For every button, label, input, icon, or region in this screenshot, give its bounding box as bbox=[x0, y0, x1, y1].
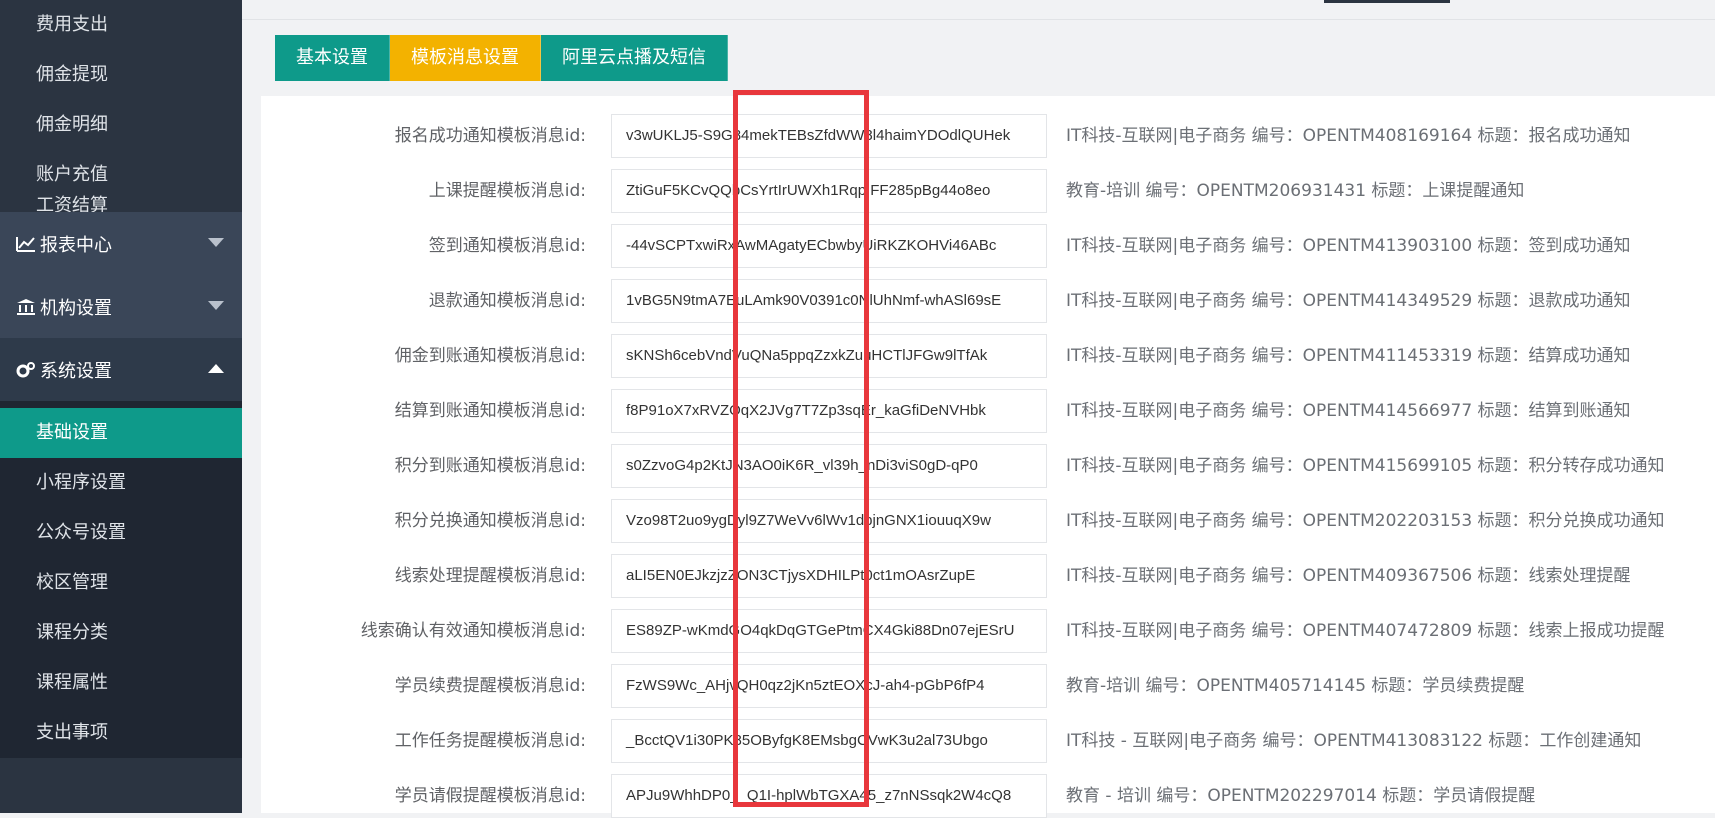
template-hint: IT科技-互联网|电子商务 编号：OPENTM414349529 标题：退款成功… bbox=[1066, 291, 1631, 311]
field-label: 工作任务提醒模板消息id: bbox=[394, 731, 586, 751]
sidebar-item-commission-withdraw[interactable]: 佣金提现 bbox=[0, 50, 242, 100]
template-settings-form: 报名成功通知模板消息id: v3wUKLJ5-S9G84mekTEBsZfdWW… bbox=[261, 96, 1715, 818]
field-label: 积分兑换通知模板消息id: bbox=[394, 511, 586, 531]
template-id-input[interactable]: aLI5EN0EJkzjzZON3CTjysXDHILPt0ct1mOAsrZu… bbox=[611, 554, 1047, 598]
form-row: 线索处理提醒模板消息id: aLI5EN0EJkzjzZON3CTjysXDHI… bbox=[261, 554, 1715, 598]
sidebar: 费用支出 佣金提现 佣金明细 账户充值 工资结算 报表中心 机构设置 系统设置 … bbox=[0, 0, 242, 813]
chevron-down-icon bbox=[208, 301, 224, 310]
template-hint: IT科技-互联网|电子商务 编号：OPENTM415699105 标题：积分转存… bbox=[1066, 456, 1665, 476]
sidebar-item-course-category[interactable]: 课程分类 bbox=[0, 608, 242, 658]
sidebar-system-group: 基础设置 小程序设置 公众号设置 校区管理 课程分类 课程属性 支出事项 bbox=[0, 401, 242, 758]
template-id-input[interactable]: f8P91oX7xRVZOqX2JVg7T7Zp3sqEr_kaGfiDeNVH… bbox=[611, 389, 1047, 433]
field-label: 积分到账通知模板消息id: bbox=[394, 456, 586, 476]
sidebar-section-label: 机构设置 bbox=[40, 297, 112, 319]
template-hint: 教育-培训 编号：OPENTM206931431 标题：上课提醒通知 bbox=[1066, 181, 1525, 201]
sidebar-section-label: 系统设置 bbox=[40, 360, 112, 382]
template-hint: IT科技-互联网|电子商务 编号：OPENTM202203153 标题：积分兑换… bbox=[1066, 511, 1665, 531]
template-hint: 教育 - 培训 编号：OPENTM202297014 标题：学员请假提醒 bbox=[1066, 786, 1536, 806]
sidebar-item-commission-detail[interactable]: 佣金明细 bbox=[0, 100, 242, 150]
field-label: 签到通知模板消息id: bbox=[428, 236, 586, 256]
template-id-input[interactable]: ES89ZP-wKmdGO4qkDqGTGePtmCX4Gki88Dn07ejE… bbox=[611, 609, 1047, 653]
form-row: 积分兑换通知模板消息id: Vzo98T2uo9ygDyl9Z7WeVv6lWv… bbox=[261, 499, 1715, 543]
chart-line-icon bbox=[16, 234, 36, 254]
field-label: 线索处理提醒模板消息id: bbox=[394, 566, 586, 586]
sidebar-section-label: 报表中心 bbox=[40, 234, 112, 256]
bank-icon bbox=[16, 297, 36, 317]
form-row: 工作任务提醒模板消息id: _BcctQV1i30PK85OByfgK8EMsb… bbox=[261, 719, 1715, 763]
tab-template-message-settings[interactable]: 模板消息设置 bbox=[390, 35, 541, 81]
template-id-input[interactable]: -44vSCPTxwiRxAwMAgatyECbwbyUiRKZKOHVi46A… bbox=[611, 224, 1047, 268]
template-hint: IT科技-互联网|电子商务 编号：OPENTM413903100 标题：签到成功… bbox=[1066, 236, 1631, 256]
template-hint: 教育-培训 编号：OPENTM405714145 标题：学员续费提醒 bbox=[1066, 676, 1525, 696]
sidebar-section-reports[interactable]: 报表中心 bbox=[0, 212, 242, 275]
field-label: 上课提醒模板消息id: bbox=[428, 181, 586, 201]
form-row: 上课提醒模板消息id: ZtiGuF5KCvQQbCsYrtIrUWXh1Rqp… bbox=[261, 169, 1715, 213]
form-row: 佣金到账通知模板消息id: sKNSh6cebVndVuQNa5ppqZzxkZ… bbox=[261, 334, 1715, 378]
field-label: 退款通知模板消息id: bbox=[428, 291, 586, 311]
form-row: 积分到账通知模板消息id: s0ZzvoG4p2KtJN3AO0iK6R_vl3… bbox=[261, 444, 1715, 488]
sidebar-item-basic-settings[interactable]: 基础设置 bbox=[0, 408, 242, 458]
form-row: 线索确认有效通知模板消息id: ES89ZP-wKmdGO4qkDqGTGePt… bbox=[261, 609, 1715, 653]
sidebar-section-institution[interactable]: 机构设置 bbox=[0, 275, 242, 338]
form-row: 报名成功通知模板消息id: v3wUKLJ5-S9G84mekTEBsZfdWW… bbox=[261, 114, 1715, 158]
template-id-input[interactable]: APJu9WhhDP0__Q1I-hplWbTGXA45_z7nNSsqk2W4… bbox=[611, 774, 1047, 818]
form-row: 学员续费提醒模板消息id: FzWS9Wc_AHjvQH0qz2jKn5ztEO… bbox=[261, 664, 1715, 708]
field-label: 佣金到账通知模板消息id: bbox=[394, 346, 586, 366]
sidebar-item-official-account-settings[interactable]: 公众号设置 bbox=[0, 508, 242, 558]
field-label: 结算到账通知模板消息id: bbox=[394, 401, 586, 421]
sidebar-section-system[interactable]: 系统设置 bbox=[0, 338, 242, 401]
form-row: 退款通知模板消息id: 1vBG5N9tmA7EuLAmk90V0391c0Nl… bbox=[261, 279, 1715, 323]
sidebar-item-expense-items[interactable]: 支出事项 bbox=[0, 708, 242, 758]
template-hint: IT科技-互联网|电子商务 编号：OPENTM408169164 标题：报名成功… bbox=[1066, 126, 1631, 146]
sidebar-item-course-attributes[interactable]: 课程属性 bbox=[0, 658, 242, 708]
top-tab-strip bbox=[242, 0, 1715, 20]
template-hint: IT科技-互联网|电子商务 编号：OPENTM407472809 标题：线索上报… bbox=[1066, 621, 1665, 641]
template-hint: IT科技-互联网|电子商务 编号：OPENTM414566977 标题：结算到账… bbox=[1066, 401, 1631, 421]
template-hint: IT科技-互联网|电子商务 编号：OPENTM409367506 标题：线索处理… bbox=[1066, 566, 1631, 586]
form-row: 结算到账通知模板消息id: f8P91oX7xRVZOqX2JVg7T7Zp3s… bbox=[261, 389, 1715, 433]
active-page-indicator bbox=[1324, 0, 1450, 3]
field-label: 报名成功通知模板消息id: bbox=[394, 126, 586, 146]
tab-basic-settings[interactable]: 基本设置 bbox=[275, 35, 390, 81]
form-row: 签到通知模板消息id: -44vSCPTxwiRxAwMAgatyECbwbyU… bbox=[261, 224, 1715, 268]
sidebar-item-miniapp-settings[interactable]: 小程序设置 bbox=[0, 458, 242, 508]
gears-icon bbox=[16, 360, 36, 380]
field-label: 学员请假提醒模板消息id: bbox=[394, 786, 586, 806]
field-label: 线索确认有效通知模板消息id: bbox=[360, 621, 586, 641]
sidebar-item-account-recharge[interactable]: 账户充值 bbox=[0, 150, 242, 200]
chevron-up-icon bbox=[208, 364, 224, 373]
template-id-input[interactable]: Vzo98T2uo9ygDyl9Z7WeVv6lWv1dpjnGNX1iouuq… bbox=[611, 499, 1047, 543]
template-hint: IT科技 - 互联网|电子商务 编号：OPENTM413083122 标题：工作… bbox=[1066, 731, 1642, 751]
field-label: 学员续费提醒模板消息id: bbox=[394, 676, 586, 696]
sidebar-item-campus-management[interactable]: 校区管理 bbox=[0, 558, 242, 608]
sidebar-item-expenses[interactable]: 费用支出 bbox=[0, 0, 242, 50]
template-id-input[interactable]: _BcctQV1i30PK85OByfgK8EMsbgCVwK3u2al73Ub… bbox=[611, 719, 1047, 763]
form-row: 学员请假提醒模板消息id: APJu9WhhDP0__Q1I-hplWbTGXA… bbox=[261, 774, 1715, 818]
template-id-input[interactable]: ZtiGuF5KCvQQbCsYrtIrUWXh1RqpIFF285pBg44o… bbox=[611, 169, 1047, 213]
chevron-down-icon bbox=[208, 238, 224, 247]
tab-aliyun-vod-sms[interactable]: 阿里云点播及短信 bbox=[541, 35, 728, 81]
sidebar-top-group: 费用支出 佣金提现 佣金明细 账户充值 工资结算 bbox=[0, 0, 242, 215]
settings-tabs: 基本设置 模板消息设置 阿里云点播及短信 bbox=[275, 35, 728, 81]
template-id-input[interactable]: 1vBG5N9tmA7EuLAmk90V0391c0NlUhNmf-whASl6… bbox=[611, 279, 1047, 323]
template-id-input[interactable]: sKNSh6cebVndVuQNa5ppqZzxkZuuHCTlJFGw9lTf… bbox=[611, 334, 1047, 378]
template-id-input[interactable]: FzWS9Wc_AHjvQH0qz2jKn5ztEOXcJ-ah4-pGbP6f… bbox=[611, 664, 1047, 708]
template-id-input[interactable]: v3wUKLJ5-S9G84mekTEBsZfdWW8l4haimYDOdlQU… bbox=[611, 114, 1047, 158]
sidebar-item-salary[interactable]: 工资结算 bbox=[0, 197, 242, 215]
template-id-input[interactable]: s0ZzvoG4p2KtJN3AO0iK6R_vl39h_nDi3viS0gD-… bbox=[611, 444, 1047, 488]
template-hint: IT科技-互联网|电子商务 编号：OPENTM411453319 标题：结算成功… bbox=[1066, 346, 1631, 366]
